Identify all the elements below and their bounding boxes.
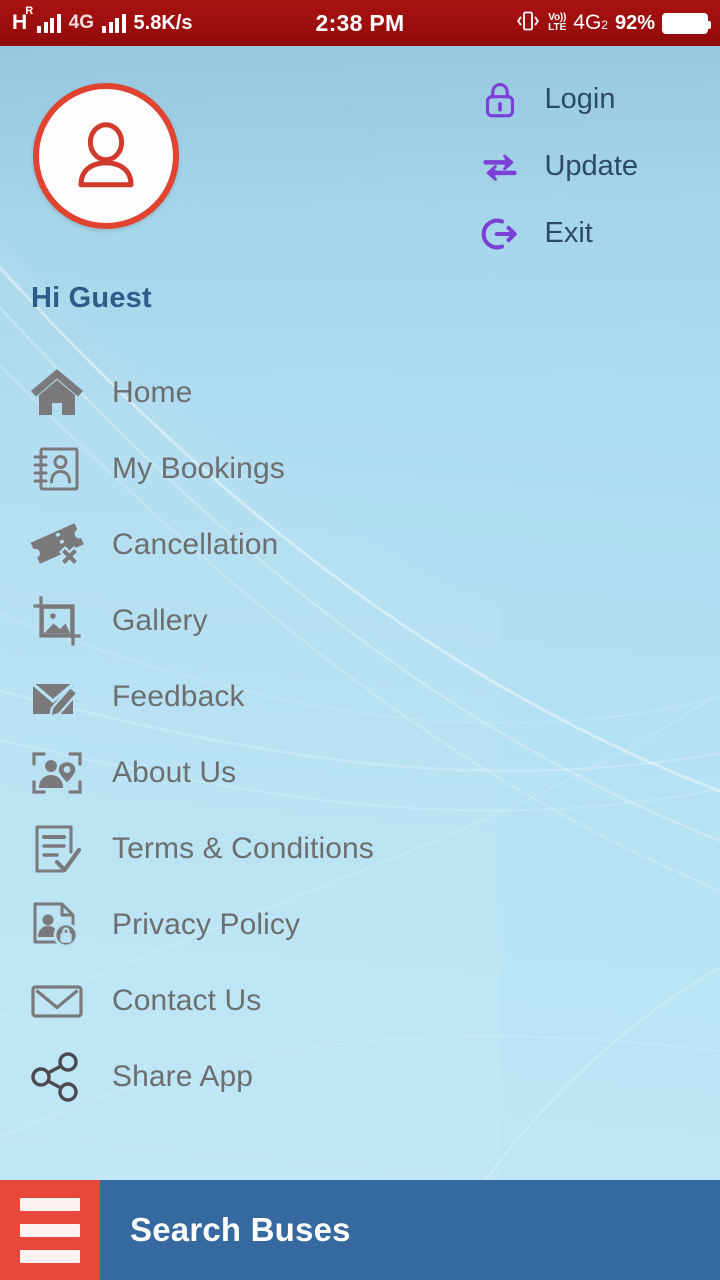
menu-label-about-us: About Us: [112, 756, 237, 789]
menu-item-share-app[interactable]: Share App: [0, 1039, 720, 1115]
update-label: Update: [544, 150, 638, 182]
menu-item-contact-us[interactable]: Contact Us: [0, 963, 720, 1039]
envelope-outline-icon: [28, 973, 86, 1029]
menu-item-cancellation[interactable]: Cancellation: [0, 507, 720, 583]
menu-item-gallery[interactable]: Gallery: [0, 583, 720, 659]
battery-icon: [662, 12, 711, 34]
envelope-pencil-icon: [28, 669, 86, 725]
person-location-frame-icon: [28, 745, 86, 801]
login-button[interactable]: Login: [478, 66, 638, 133]
exit-label: Exit: [544, 217, 593, 249]
menu-item-my-bookings[interactable]: My Bookings: [0, 431, 720, 507]
menu-label-feedback: Feedback: [112, 680, 245, 713]
volte-icon: Vo)) LTE: [548, 12, 567, 33]
account-actions: Login Update Exit: [478, 66, 638, 267]
exit-button[interactable]: Exit: [478, 200, 638, 267]
swap-arrows-icon: [478, 145, 522, 189]
menu-label-terms-conditions: Terms & Conditions: [112, 832, 374, 865]
menu-item-about-us[interactable]: About Us: [0, 735, 720, 811]
bottom-title: Search Buses: [130, 1211, 351, 1248]
ticket-cancel-icon: [28, 517, 86, 573]
hamburger-icon-line-1: [20, 1197, 80, 1211]
lock-icon: [478, 78, 522, 122]
menu-item-feedback[interactable]: Feedback: [0, 659, 720, 735]
menu-label-home: Home: [112, 376, 193, 409]
update-button[interactable]: Update: [478, 133, 638, 200]
document-check-icon: [28, 821, 86, 877]
vibrate-icon: [515, 9, 541, 38]
hamburger-icon-line-2: [20, 1223, 80, 1237]
person-icon: [78, 122, 134, 188]
menu-label-share-app: Share App: [112, 1060, 254, 1093]
bottom-bar: Search Buses: [0, 1180, 720, 1280]
home-icon: [28, 365, 86, 421]
menu-item-privacy-policy[interactable]: Privacy Policy: [0, 887, 720, 963]
share-nodes-icon: [28, 1049, 86, 1105]
menu-label-contact-us: Contact Us: [112, 984, 262, 1017]
image-crop-icon: [28, 593, 86, 649]
menu-item-terms-conditions[interactable]: Terms & Conditions: [0, 811, 720, 887]
hamburger-icon-line-3: [20, 1249, 80, 1263]
battery-percent-label: 92%: [614, 11, 655, 34]
drawer-menu: Home My Bookings Cancellation Gallery Fe…: [0, 355, 720, 1115]
menu-label-cancellation: Cancellation: [112, 528, 279, 561]
bottom-title-bar: Search Buses: [100, 1180, 720, 1280]
status-bar: HR 4G 5.8K/s 2:38 PM Vo)) LTE 4G 2 92%: [0, 0, 720, 46]
sim2-network-label: 4G 2: [573, 11, 608, 34]
menu-label-my-bookings: My Bookings: [112, 452, 285, 485]
status-bar-right: Vo)) LTE 4G 2 92%: [515, 9, 720, 38]
hamburger-menu-button[interactable]: [0, 1180, 100, 1280]
logout-icon: [478, 212, 522, 256]
avatar[interactable]: [33, 83, 179, 229]
booking-notebook-icon: [28, 441, 86, 497]
menu-label-privacy-policy: Privacy Policy: [112, 908, 301, 941]
login-label: Login: [544, 83, 616, 115]
app-screen: HR 4G 5.8K/s 2:38 PM Vo)) LTE 4G 2 92% H…: [0, 0, 720, 1280]
menu-item-home[interactable]: Home: [0, 355, 720, 431]
drawer-header: Hi Guest Login Update Exit: [0, 46, 720, 314]
menu-label-gallery: Gallery: [112, 604, 208, 637]
document-person-lock-icon: [28, 897, 86, 953]
greeting-label: Hi Guest: [31, 282, 152, 314]
